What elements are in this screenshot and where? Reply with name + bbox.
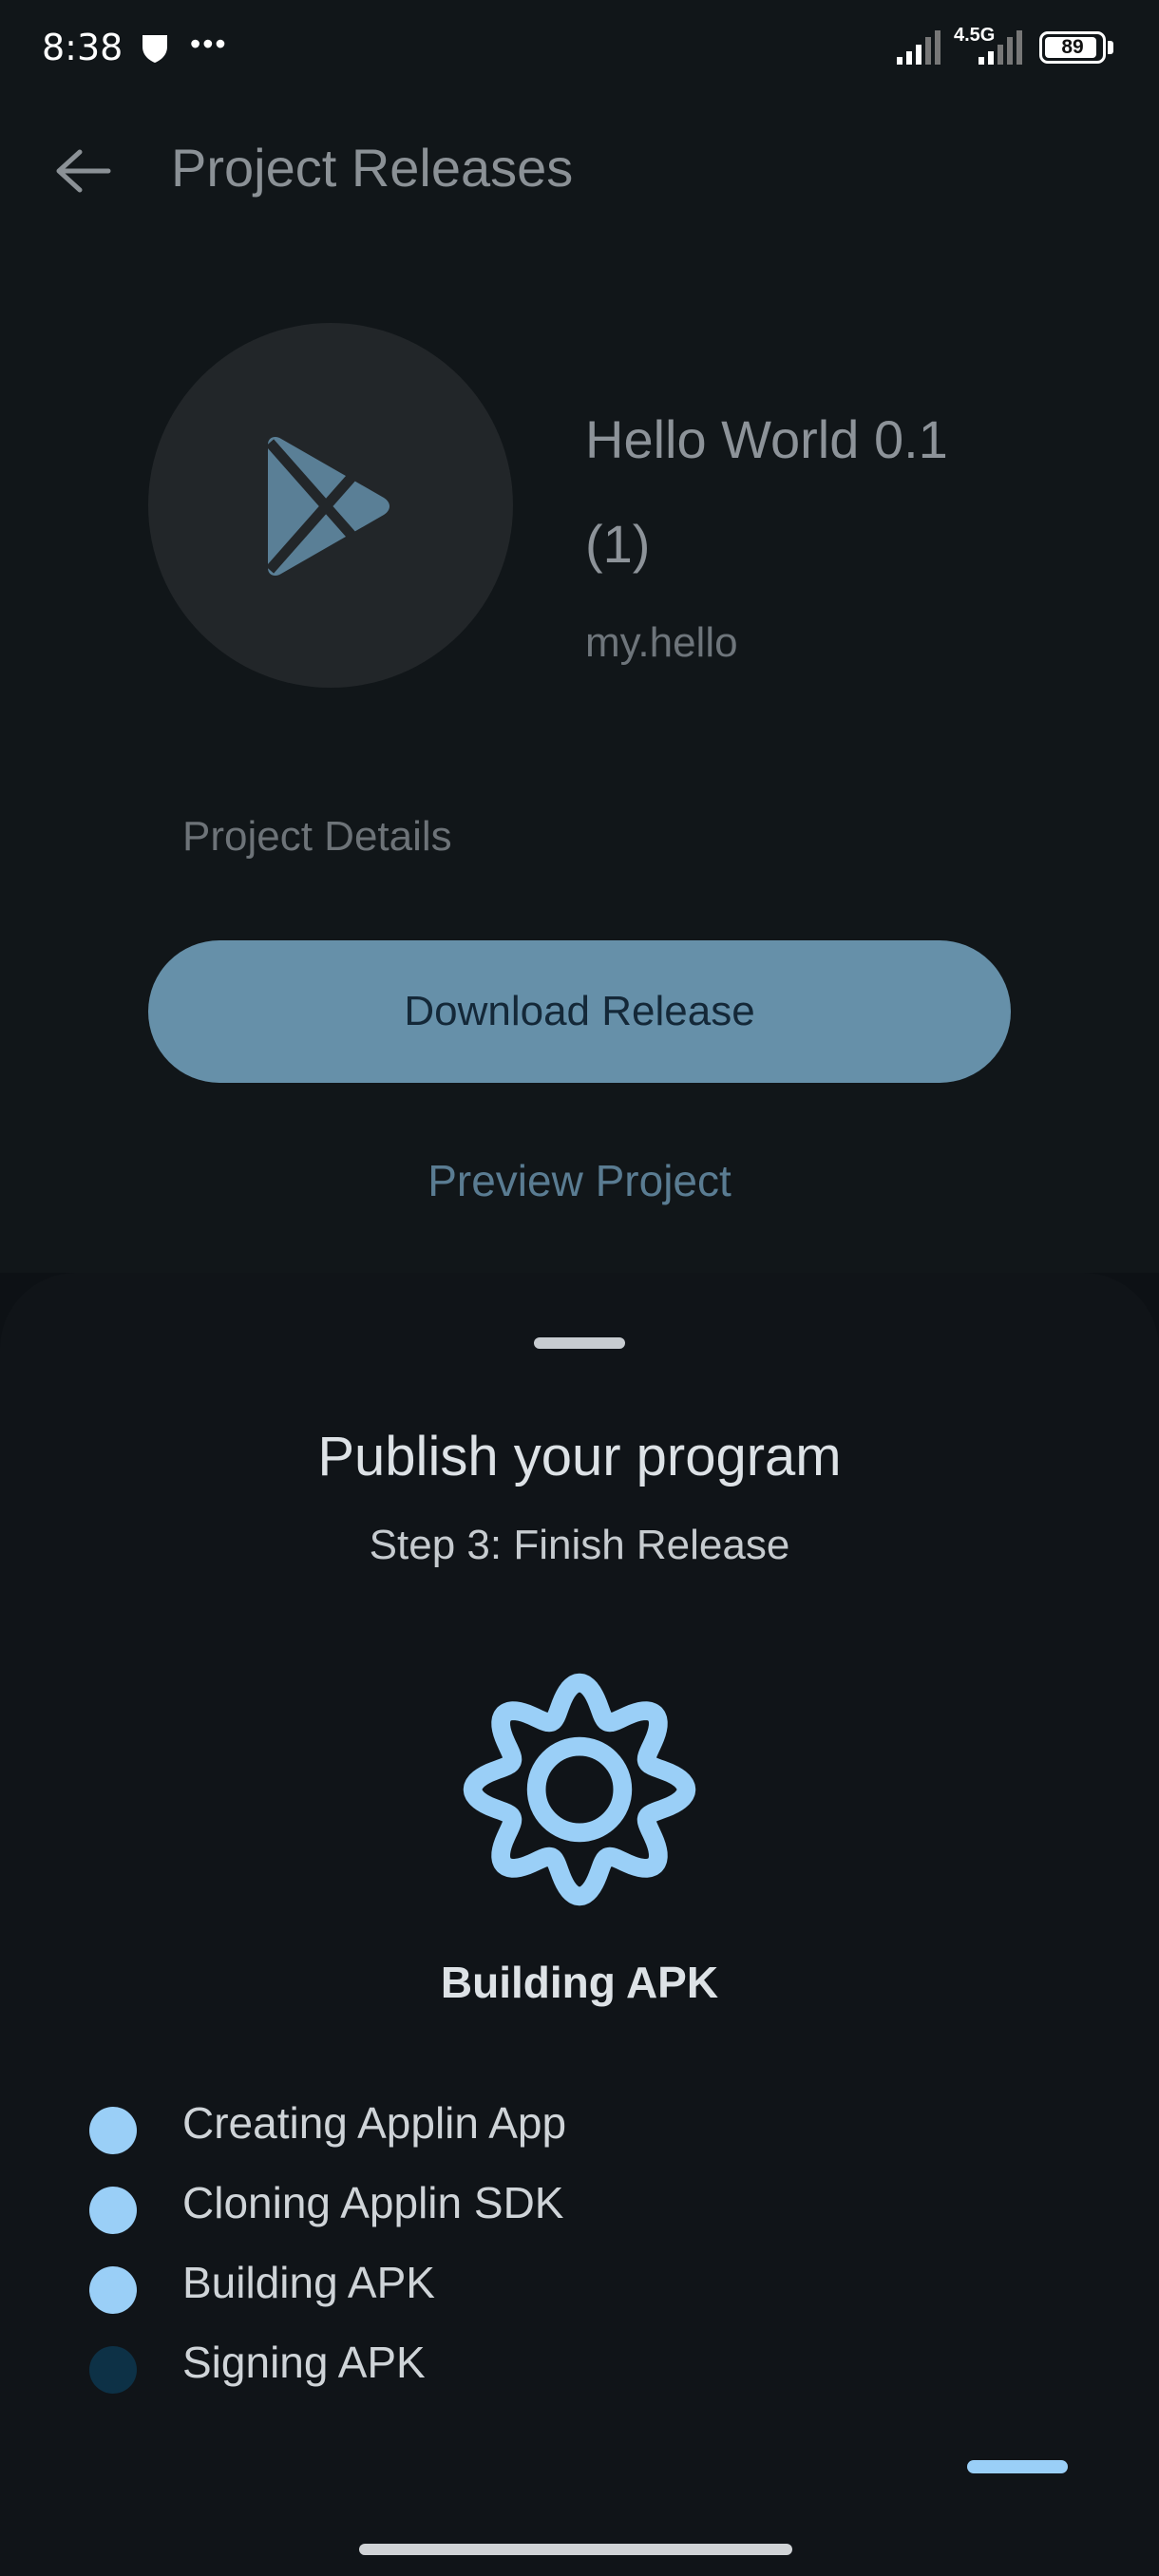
publish-bottom-sheet: Publish your program Step 3: Finish Rele… [0,1273,1159,2576]
battery-tip [1108,41,1113,54]
status-time: 8:38 [42,27,124,68]
step-label: Creating Applin App [182,2098,567,2148]
step-label: Building APK [182,2258,435,2307]
sheet-title: Publish your program [317,1426,842,1487]
download-release-button[interactable]: Download Release [148,940,1011,1083]
shield-notification-icon [142,35,167,63]
arrow-left-icon[interactable] [49,142,118,199]
gear-icon [463,1673,696,1906]
signal-icon [978,30,1022,65]
signal-icon [897,30,940,65]
project-details-link[interactable]: Project Details [182,813,452,861]
step-status-dot [89,2187,137,2234]
battery-icon: 89 [1039,31,1106,64]
progress-indicator [967,2460,1068,2473]
battery-level: 89 [1061,36,1084,58]
play-store-icon [265,437,390,576]
project-releases-screen: 8:38 ••• 4.5G 89 Project Releases Hello … [0,0,1159,1273]
preview-project-link[interactable]: Preview Project [0,1155,1159,1206]
project-name: Hello World 0.1 (1) [585,409,948,574]
list-item: Building APK [89,2251,944,2331]
step-label: Signing APK [182,2338,426,2387]
build-status-label: Building APK [440,1958,719,2007]
step-label: Cloning Applin SDK [182,2178,564,2227]
package-name: my.hello [585,619,738,666]
list-item: Cloning Applin SDK [89,2171,944,2251]
step-status-dot [89,2346,137,2394]
app-icon [148,323,513,688]
step-status-dot [89,2266,137,2314]
drag-handle[interactable] [534,1337,625,1349]
list-item: Signing APK [89,2331,944,2411]
more-dots-icon: ••• [190,27,228,61]
home-indicator[interactable] [359,2544,792,2555]
page-title: Project Releases [171,138,574,198]
list-item: Creating Applin App [89,2092,944,2171]
sheet-subtitle: Step 3: Finish Release [369,1522,790,1568]
build-steps-list: Creating Applin App Cloning Applin SDK B… [89,2092,944,2411]
step-status-dot [89,2107,137,2154]
status-bar: 8:38 ••• 4.5G 89 [0,0,1159,95]
